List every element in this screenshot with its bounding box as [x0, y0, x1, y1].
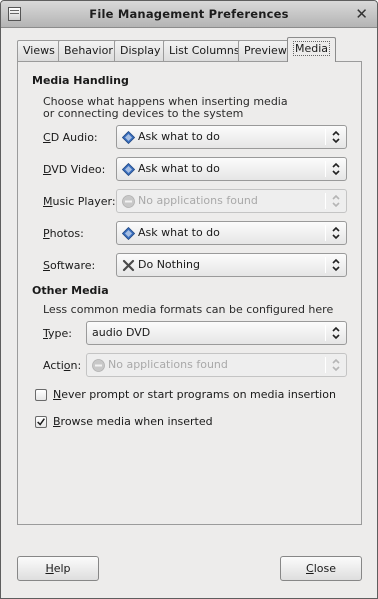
combo-arrows-icon [332, 326, 340, 340]
media-handling-heading: Media Handling [32, 74, 129, 87]
ask-icon [122, 227, 135, 240]
tab-label: Behavior [64, 44, 113, 57]
combo-arrows-icon [332, 194, 340, 208]
dvd-video-label: DVD Video: [43, 163, 105, 176]
label-rest: ype: [48, 327, 72, 340]
mnemonic: C [43, 131, 51, 144]
combo-value: Do Nothing [138, 258, 200, 271]
label-rest: n: [70, 359, 82, 372]
browse-media-checkbox[interactable] [35, 416, 47, 428]
music-player-combo: No applications found [116, 189, 347, 213]
mnemonic: P [43, 227, 50, 240]
mnemonic: S [43, 259, 50, 272]
other-media-heading: Other Media [32, 284, 109, 297]
label-rest: ever prompt or start programs on media i… [61, 388, 336, 401]
combo-separator [325, 257, 326, 273]
combo-value: Ask what to do [138, 130, 220, 143]
label-rest: rowse media when inserted [60, 415, 213, 428]
combo-arrows-icon [332, 130, 340, 144]
combo-value: Ask what to do [138, 226, 220, 239]
mnemonic: B [53, 415, 61, 428]
mnemonic: H [45, 562, 54, 575]
mnemonic: N [53, 388, 62, 401]
no-apps-icon [122, 195, 135, 208]
combo-value: No applications found [108, 358, 228, 371]
software-combo[interactable]: Do Nothing [116, 253, 347, 277]
mnemonic: C [306, 562, 314, 575]
ask-icon [122, 163, 135, 176]
tab-behavior[interactable]: Behavior [58, 40, 119, 61]
media-handling-description-line2: or connecting devices to the system [43, 107, 244, 120]
browse-media-label[interactable]: Browse media when inserted [53, 415, 213, 428]
tab-label: List Columns [169, 44, 240, 57]
checkmark-icon [37, 418, 45, 426]
combo-arrows-icon [332, 226, 340, 240]
combo-value: audio DVD [92, 326, 151, 339]
cd-audio-combo[interactable]: Ask what to do [116, 125, 347, 149]
close-button[interactable]: Close [280, 556, 362, 581]
window-title: File Management Preferences [89, 7, 289, 21]
combo-arrows-icon [332, 358, 340, 372]
tab-label: Views [23, 44, 55, 57]
tab-display[interactable]: Display [114, 40, 167, 61]
combo-separator [325, 193, 326, 209]
combo-separator [325, 325, 326, 341]
label-rest: usic Player: [52, 195, 116, 208]
mnemonic: M [43, 195, 53, 208]
label-rest: lose [313, 562, 336, 575]
label-rest: oftware: [49, 259, 96, 272]
label-rest: D Audio: [50, 131, 98, 144]
ask-icon [122, 131, 135, 144]
photos-label: Photos: [43, 227, 84, 240]
photos-combo[interactable]: Ask what to do [116, 221, 347, 245]
label-rest: elp [53, 562, 71, 575]
tab-label: Preview [244, 44, 287, 57]
cd-audio-label: CD Audio: [43, 131, 98, 144]
combo-separator [325, 225, 326, 241]
help-button[interactable]: Help [17, 556, 99, 581]
tab-media[interactable]: Media [287, 37, 337, 62]
preferences-window: File Management Preferences ✕ Views Beha… [0, 0, 378, 599]
combo-separator [325, 129, 326, 145]
label-start: Acti [43, 359, 64, 372]
type-combo[interactable]: audio DVD [86, 321, 347, 345]
music-player-label: Music Player: [43, 195, 116, 208]
type-label: Type: [43, 327, 72, 340]
tab-list-columns[interactable]: List Columns [163, 40, 246, 61]
title-bar[interactable]: File Management Preferences ✕ [1, 1, 377, 28]
tab-views[interactable]: Views [17, 40, 61, 61]
never-prompt-checkbox[interactable] [35, 389, 47, 401]
combo-separator [325, 161, 326, 177]
label-rest: VD Video: [51, 163, 106, 176]
action-combo: No applications found [86, 353, 347, 377]
combo-separator [325, 357, 326, 373]
close-window-icon[interactable]: ✕ [355, 5, 368, 23]
tab-label: Display [120, 44, 161, 57]
never-prompt-label[interactable]: Never prompt or start programs on media … [53, 388, 336, 401]
label-rest: hotos: [49, 227, 84, 240]
tab-label: Media [293, 41, 331, 56]
action-label: Action: [43, 359, 81, 372]
do-nothing-icon [122, 259, 135, 272]
combo-value: No applications found [138, 194, 258, 207]
dvd-video-combo[interactable]: Ask what to do [116, 157, 347, 181]
no-apps-icon [92, 359, 105, 372]
software-label: Software: [43, 259, 95, 272]
tab-preview[interactable]: Preview [238, 40, 293, 61]
combo-value: Ask what to do [138, 162, 220, 175]
combo-arrows-icon [332, 258, 340, 272]
other-media-description: Less common media formats can be configu… [43, 303, 334, 316]
combo-arrows-icon [332, 162, 340, 176]
